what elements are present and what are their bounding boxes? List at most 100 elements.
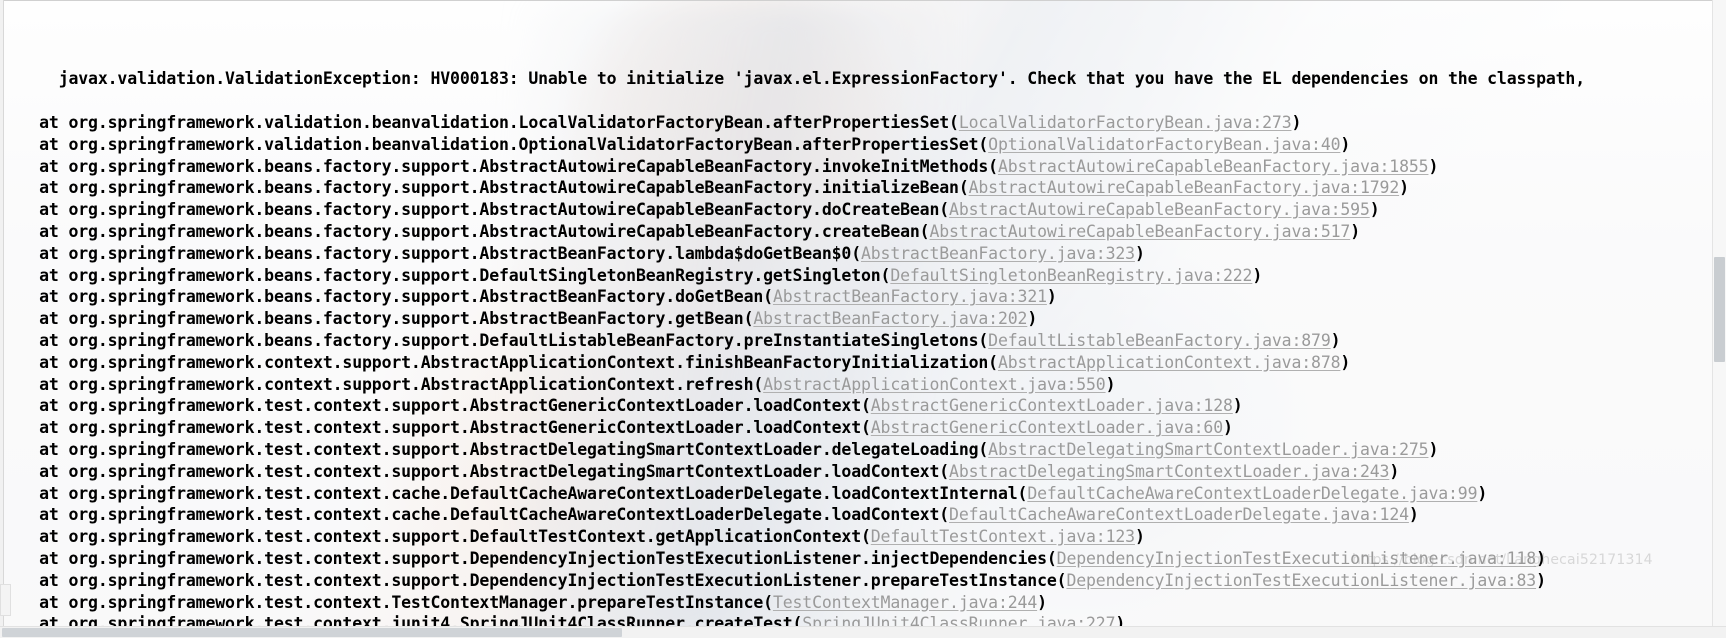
stacktrace-frame-line: at org.springframework.context.support.A… bbox=[0, 374, 1726, 396]
horizontal-scrollbar-track[interactable] bbox=[0, 626, 1726, 638]
frame-close-paren: ) bbox=[1350, 221, 1360, 241]
frame-close-paren: ) bbox=[1399, 178, 1409, 198]
frame-method-text: at org.springframework.context.support.A… bbox=[0, 352, 998, 372]
stacktrace-frame-line: at org.springframework.beans.factory.sup… bbox=[0, 199, 1726, 221]
vertical-scrollbar-thumb[interactable] bbox=[1714, 257, 1725, 362]
frame-source-link[interactable]: AbstractAutowireCapableBeanFactory.java:… bbox=[949, 200, 1370, 219]
frame-close-paren: ) bbox=[1477, 483, 1488, 503]
frame-method-text: at org.springframework.beans.factory.sup… bbox=[0, 178, 969, 198]
frame-source-link[interactable]: AbstractApplicationContext.java:878 bbox=[998, 353, 1341, 372]
stacktrace-frame-line: at org.springframework.test.context.cach… bbox=[0, 504, 1726, 526]
frame-close-paren: ) bbox=[1027, 309, 1038, 329]
frame-source-link[interactable]: DefaultCacheAwareContextLoaderDelegate.j… bbox=[1027, 484, 1477, 503]
frame-source-link[interactable]: AbstractBeanFactory.java:321 bbox=[773, 287, 1047, 306]
frame-close-paren: ) bbox=[1291, 112, 1302, 132]
frame-method-text: at org.springframework.beans.factory.sup… bbox=[0, 156, 998, 176]
frame-method-text: at org.springframework.context.support.A… bbox=[0, 374, 764, 394]
horizontal-scrollbar-thumb[interactable] bbox=[2, 628, 622, 637]
frame-source-link[interactable]: DefaultTestContext.java:123 bbox=[871, 527, 1135, 546]
frame-close-paren: ) bbox=[1536, 548, 1546, 568]
frame-source-link[interactable]: AbstractBeanFactory.java:202 bbox=[753, 309, 1027, 328]
frame-close-paren: ) bbox=[1428, 439, 1439, 459]
frame-method-text: at org.springframework.test.context.cach… bbox=[0, 483, 1028, 503]
frame-source-link[interactable]: AbstractBeanFactory.java:323 bbox=[861, 244, 1135, 263]
stacktrace-frame-line: at org.springframework.test.context.supp… bbox=[0, 570, 1726, 592]
frame-method-text: at org.springframework.test.context.supp… bbox=[0, 396, 871, 416]
stacktrace-console[interactable]: javax.validation.ValidationException: HV… bbox=[0, 0, 1726, 638]
stacktrace-frame-line: at org.springframework.beans.factory.sup… bbox=[0, 286, 1726, 308]
frame-close-paren: ) bbox=[1369, 200, 1380, 220]
stacktrace-frame-line: at org.springframework.beans.factory.sup… bbox=[0, 265, 1726, 287]
frame-close-paren: ) bbox=[1389, 461, 1400, 481]
frame-source-link[interactable]: TestContextManager.java:244 bbox=[773, 593, 1037, 612]
frame-source-link[interactable]: DefaultCacheAwareContextLoaderDelegate.j… bbox=[949, 505, 1409, 524]
frame-method-text: at org.springframework.beans.factory.sup… bbox=[0, 265, 891, 285]
frame-method-text: at org.springframework.test.context.supp… bbox=[0, 439, 989, 459]
stacktrace-header-line: javax.validation.ValidationException: HV… bbox=[0, 47, 1726, 88]
stacktrace-frame-line: at org.springframework.beans.factory.sup… bbox=[0, 156, 1726, 178]
frame-close-paren: ) bbox=[1340, 352, 1351, 372]
frame-close-paren: ) bbox=[1134, 527, 1145, 547]
frame-close-paren: ) bbox=[1330, 330, 1341, 350]
gutter-marker bbox=[0, 584, 11, 616]
frame-method-text: at org.springframework.beans.factory.sup… bbox=[0, 221, 930, 241]
stacktrace-frame-line: at org.springframework.test.context.supp… bbox=[0, 395, 1726, 417]
frame-source-link[interactable]: AbstractApplicationContext.java:550 bbox=[763, 375, 1106, 394]
frame-source-link[interactable]: AbstractGenericContextLoader.java:128 bbox=[871, 396, 1233, 415]
stacktrace-frame-line: at org.springframework.beans.factory.sup… bbox=[0, 177, 1726, 199]
stacktrace-frame-line: at org.springframework.context.support.A… bbox=[0, 352, 1726, 374]
frame-source-link[interactable]: OptionalValidatorFactoryBean.java:40 bbox=[988, 135, 1340, 154]
exception-header-text: javax.validation.ValidationException: HV… bbox=[58, 69, 1585, 89]
frame-method-text: at org.springframework.beans.factory.sup… bbox=[0, 309, 754, 329]
frame-close-paren: ) bbox=[1536, 570, 1546, 590]
frame-close-paren: ) bbox=[1037, 592, 1047, 612]
stacktrace-frames: at org.springframework.validation.beanva… bbox=[0, 112, 1726, 638]
stacktrace-frame-line: at org.springframework.beans.factory.sup… bbox=[0, 243, 1726, 265]
stacktrace-frame-line: at org.springframework.test.context.supp… bbox=[0, 526, 1726, 548]
frame-source-link[interactable]: DefaultSingletonBeanRegistry.java:222 bbox=[890, 266, 1252, 285]
stacktrace-frame-line: at org.springframework.test.context.supp… bbox=[0, 461, 1726, 483]
stacktrace-frame-line: at org.springframework.validation.beanva… bbox=[0, 134, 1726, 156]
frame-source-link[interactable]: LocalValidatorFactoryBean.java:273 bbox=[959, 113, 1292, 132]
frame-close-paren: ) bbox=[1232, 396, 1243, 416]
frame-source-link[interactable]: AbstractDelegatingSmartContextLoader.jav… bbox=[988, 440, 1428, 459]
frame-close-paren: ) bbox=[1252, 265, 1263, 285]
stacktrace-window: javax.validation.ValidationException: HV… bbox=[0, 0, 1726, 638]
stacktrace-frame-line: at org.springframework.beans.factory.sup… bbox=[0, 330, 1726, 352]
frame-method-text: at org.springframework.test.context.supp… bbox=[0, 527, 871, 547]
frame-source-link[interactable]: AbstractAutowireCapableBeanFactory.java:… bbox=[998, 157, 1429, 176]
frame-source-link[interactable]: AbstractGenericContextLoader.java:60 bbox=[871, 418, 1223, 437]
frame-close-paren: ) bbox=[1408, 505, 1419, 525]
frame-method-text: at org.springframework.validation.beanva… bbox=[0, 134, 989, 154]
frame-close-paren: ) bbox=[1222, 418, 1233, 438]
stacktrace-frame-line: at org.springframework.test.context.supp… bbox=[0, 439, 1726, 461]
frame-method-text: at org.springframework.test.context.Test… bbox=[0, 592, 773, 612]
frame-close-paren: ) bbox=[1105, 374, 1116, 394]
vertical-scrollbar-track[interactable] bbox=[1712, 0, 1726, 638]
stacktrace-frame-line: at org.springframework.test.context.Test… bbox=[0, 592, 1726, 614]
frame-close-paren: ) bbox=[1046, 287, 1057, 307]
frame-method-text: at org.springframework.beans.factory.sup… bbox=[0, 243, 861, 263]
stacktrace-frame-line: at org.springframework.beans.factory.sup… bbox=[0, 221, 1726, 243]
frame-source-link[interactable]: DefaultListableBeanFactory.java:879 bbox=[988, 331, 1331, 350]
frame-method-text: at org.springframework.beans.factory.sup… bbox=[0, 330, 989, 350]
frame-close-paren: ) bbox=[1134, 243, 1145, 263]
frame-method-text: at org.springframework.test.context.supp… bbox=[0, 461, 950, 481]
stacktrace-frame-line: at org.springframework.test.context.supp… bbox=[0, 417, 1726, 439]
frame-source-link[interactable]: AbstractAutowireCapableBeanFactory.java:… bbox=[969, 178, 1400, 197]
frame-source-link[interactable]: AbstractDelegatingSmartContextLoader.jav… bbox=[949, 462, 1389, 481]
frame-method-text: at org.springframework.validation.beanva… bbox=[0, 112, 959, 132]
frame-close-paren: ) bbox=[1428, 156, 1439, 176]
frame-method-text: at org.springframework.test.context.cach… bbox=[0, 505, 950, 525]
frame-method-text: at org.springframework.test.context.supp… bbox=[0, 570, 1067, 590]
frame-source-link[interactable]: DependencyInjectionTestExecutionListener… bbox=[1066, 571, 1536, 590]
stacktrace-frame-line: at org.springframework.test.context.supp… bbox=[0, 548, 1726, 570]
frame-close-paren: ) bbox=[1340, 134, 1351, 154]
frame-method-text: at org.springframework.test.context.supp… bbox=[0, 548, 1057, 568]
stacktrace-frame-line: at org.springframework.beans.factory.sup… bbox=[0, 308, 1726, 330]
frame-method-text: at org.springframework.beans.factory.sup… bbox=[0, 200, 950, 220]
frame-source-link[interactable]: DependencyInjectionTestExecutionListener… bbox=[1057, 549, 1537, 568]
frame-source-link[interactable]: AbstractAutowireCapableBeanFactory.java:… bbox=[929, 222, 1350, 241]
frame-method-text: at org.springframework.test.context.supp… bbox=[0, 418, 871, 438]
stacktrace-frame-line: at org.springframework.test.context.cach… bbox=[0, 483, 1726, 505]
